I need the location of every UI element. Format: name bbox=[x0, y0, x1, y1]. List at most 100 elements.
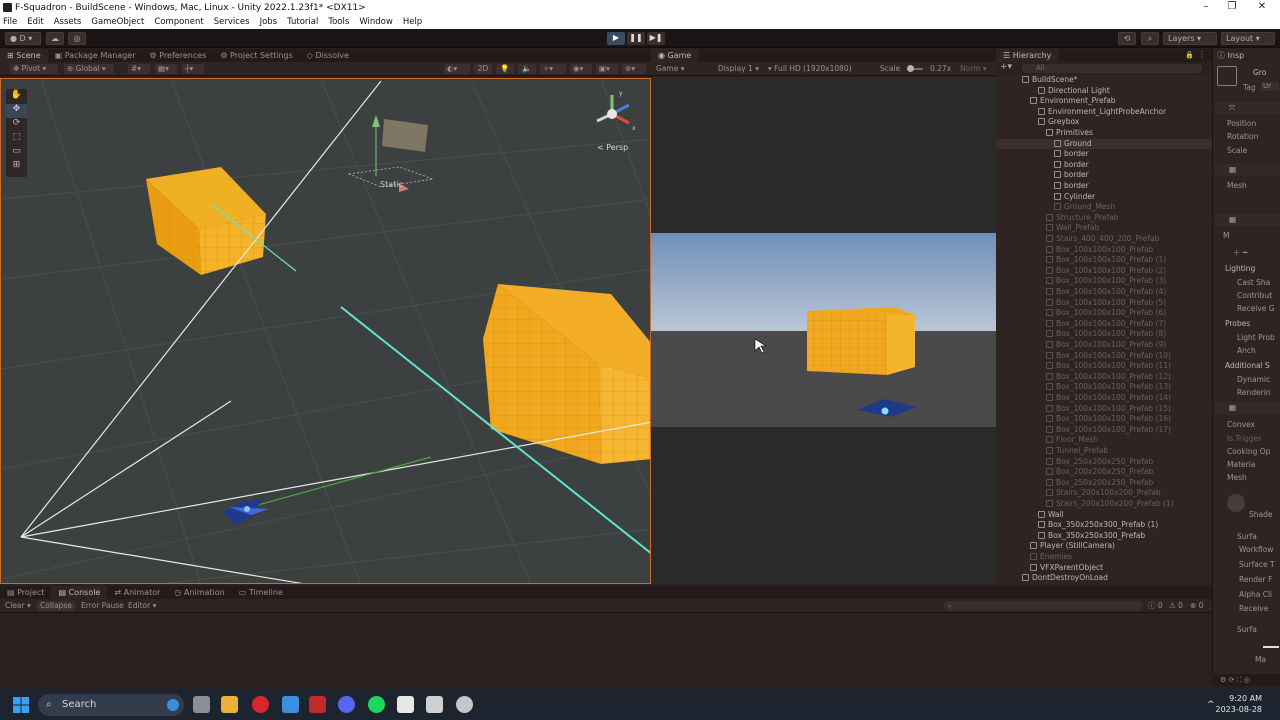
error-pause-toggle[interactable]: Error Pause bbox=[78, 601, 124, 611]
hand-tool-icon[interactable]: ✋ bbox=[6, 90, 27, 104]
taskbar-clock[interactable]: 9:20 AM 2023-08-28 bbox=[1216, 693, 1263, 715]
inspector-section-header[interactable]: Probes bbox=[1225, 319, 1250, 328]
increment-snap-icon[interactable]: ┼▾ bbox=[182, 64, 204, 74]
hierarchy-item[interactable]: Environment_Prefab bbox=[996, 96, 1212, 107]
menu-edit[interactable]: Edit bbox=[27, 17, 43, 27]
grid-snap-icon[interactable]: #▾ bbox=[128, 64, 150, 74]
game-view[interactable] bbox=[651, 77, 996, 584]
layers-dropdown[interactable]: Layers ▾ bbox=[1163, 32, 1217, 45]
menu-tools[interactable]: Tools bbox=[328, 17, 349, 27]
hierarchy-item[interactable]: border bbox=[996, 170, 1212, 181]
play-button[interactable]: ▶ bbox=[607, 32, 625, 45]
lock-icon[interactable]: 🔒 bbox=[1185, 51, 1194, 59]
hierarchy-item[interactable]: Box_100x100x100_Prefab (10) bbox=[996, 351, 1212, 362]
hierarchy-item[interactable]: Box_100x100x100_Prefab (12) bbox=[996, 372, 1212, 383]
collapse-toggle[interactable]: Collapse bbox=[37, 601, 75, 611]
game-view-dropdown[interactable]: Game ▾ bbox=[653, 64, 709, 74]
hierarchy-item[interactable]: Box_100x100x100_Prefab (14) bbox=[996, 393, 1212, 404]
hierarchy-item[interactable]: Box_250x200x250_Prefab bbox=[996, 478, 1212, 489]
menu-services[interactable]: Services bbox=[214, 17, 250, 27]
hierarchy-item[interactable]: Tunnel_Prefab bbox=[996, 446, 1212, 457]
inspector-section-header[interactable]: Additional S bbox=[1225, 361, 1270, 370]
hierarchy-item[interactable]: Wall bbox=[996, 510, 1212, 521]
tab-scene[interactable]: ⊞ Scene bbox=[0, 49, 48, 62]
hierarchy-item[interactable]: Box_100x100x100_Prefab (13) bbox=[996, 382, 1212, 393]
collab-icon[interactable]: ◎ bbox=[68, 32, 86, 45]
menu-jobs[interactable]: Jobs bbox=[260, 17, 278, 27]
scale-slider-thumb[interactable] bbox=[907, 65, 914, 72]
obs-icon[interactable] bbox=[456, 696, 473, 713]
mesh-collider-header[interactable]: ▦ bbox=[1215, 402, 1280, 414]
scale-tool-icon[interactable]: ⬚ bbox=[6, 132, 27, 146]
taskbar-search[interactable]: ⌕ Search bbox=[38, 694, 184, 716]
rotate-tool-icon[interactable]: ⟳ bbox=[6, 118, 27, 132]
file-explorer-icon[interactable] bbox=[221, 696, 238, 713]
hierarchy-item[interactable]: Box_100x100x100_Prefab (7) bbox=[996, 319, 1212, 330]
hierarchy-item[interactable]: Ground bbox=[996, 138, 1212, 150]
discord-icon[interactable] bbox=[338, 696, 355, 713]
minimize-icon[interactable]: – bbox=[1194, 0, 1218, 15]
opera-icon[interactable] bbox=[252, 696, 269, 713]
tab-package-manager[interactable]: ▣ Package Manager bbox=[48, 49, 143, 62]
close-icon[interactable]: ✕ bbox=[1250, 0, 1274, 15]
move-tool-icon[interactable]: ✥ bbox=[6, 104, 27, 118]
hierarchy-item[interactable]: Box_100x100x100_Prefab (15) bbox=[996, 404, 1212, 415]
tab-game[interactable]: ◉ Game bbox=[651, 49, 699, 62]
editor-dropdown[interactable]: Editor ▾ bbox=[125, 601, 161, 611]
shading-mode-icon[interactable]: ◐▾ bbox=[444, 64, 470, 74]
recorder-icon[interactable] bbox=[309, 696, 326, 713]
create-icon[interactable]: +▾ bbox=[1000, 62, 1012, 72]
transform-tool-icon[interactable]: ⊞ bbox=[6, 160, 27, 174]
menu-tutorial[interactable]: Tutorial bbox=[287, 17, 318, 27]
hierarchy-item[interactable]: Stairs_200x100x200_Prefab (1) bbox=[996, 499, 1212, 510]
camera-settings-icon[interactable]: ▣▾ bbox=[596, 64, 618, 74]
hierarchy-item[interactable]: Stairs_200x100x200_Prefab bbox=[996, 488, 1212, 499]
cloud-icon[interactable]: ☁ bbox=[46, 32, 64, 45]
hierarchy-item[interactable]: Floor_Mesh bbox=[996, 435, 1212, 446]
hierarchy-item[interactable]: Box_100x100x100_Prefab (1) bbox=[996, 255, 1212, 266]
hierarchy-item[interactable]: Primitives bbox=[996, 128, 1212, 139]
hierarchy-item[interactable]: BuildScene* bbox=[996, 75, 1212, 86]
hierarchy-item[interactable]: Cylinder bbox=[996, 192, 1212, 203]
hierarchy-item[interactable]: Box_100x100x100_Prefab (4) bbox=[996, 287, 1212, 298]
hierarchy-item[interactable]: DontDestroyOnLoad bbox=[996, 573, 1212, 584]
add-remove-material-icon[interactable]: ＋ ━ bbox=[1233, 247, 1247, 258]
hierarchy-item[interactable]: Greybox bbox=[996, 117, 1212, 128]
gameobject-name[interactable]: Gro bbox=[1253, 68, 1266, 77]
layout-dropdown[interactable]: Layout ▾ bbox=[1221, 32, 1275, 45]
unity-hub-icon[interactable] bbox=[397, 696, 414, 713]
display-dropdown[interactable]: Display 1 ▾ bbox=[715, 64, 763, 74]
menu-help[interactable]: Help bbox=[403, 17, 422, 27]
projection-label[interactable]: < Persp bbox=[597, 143, 628, 152]
surface-options-header[interactable]: Surfa bbox=[1237, 532, 1257, 541]
hierarchy-item[interactable]: Box_100x100x100_Prefab (3) bbox=[996, 276, 1212, 287]
hierarchy-item[interactable]: Box_100x100x100_Prefab (9) bbox=[996, 340, 1212, 351]
menu-gameobject[interactable]: GameObject bbox=[91, 17, 144, 27]
history-icon[interactable]: ⟲ bbox=[1118, 32, 1136, 45]
info-count[interactable]: ⓘ 0 bbox=[1145, 601, 1165, 611]
clear-button[interactable]: Clear ▾ bbox=[2, 601, 36, 611]
vscode-icon[interactable] bbox=[282, 696, 299, 713]
tab-preferences[interactable]: ⚙ Preferences bbox=[143, 49, 214, 62]
menu-window[interactable]: Window bbox=[359, 17, 393, 27]
spotify-icon[interactable] bbox=[368, 696, 385, 713]
grid-visibility-icon[interactable]: ▦▾ bbox=[155, 64, 177, 74]
menu-assets[interactable]: Assets bbox=[54, 17, 82, 27]
error-count[interactable]: ⊗ 0 bbox=[1187, 601, 1207, 611]
console-search-input[interactable]: ⌕ bbox=[944, 601, 1142, 611]
tab-project-settings[interactable]: ⚙ Project Settings bbox=[213, 49, 299, 62]
hierarchy-item[interactable]: Enemies bbox=[996, 552, 1212, 563]
inspector-section-header[interactable]: Lighting bbox=[1225, 264, 1255, 273]
global-toggle[interactable]: ⊕ Global ▾ bbox=[64, 64, 114, 74]
hierarchy-item[interactable]: Box_100x100x100_Prefab (2) bbox=[996, 266, 1212, 277]
hierarchy-item[interactable]: Box_100x100x100_Prefab (17) bbox=[996, 425, 1212, 436]
hierarchy-item[interactable]: Box_350x250x300_Prefab (1) bbox=[996, 520, 1212, 531]
account-button[interactable]: ● D ▾ bbox=[5, 32, 41, 45]
hidden-objects-icon[interactable]: ◉▾ bbox=[570, 64, 592, 74]
hierarchy-item[interactable]: Environment_LightProbeAnchor bbox=[996, 107, 1212, 118]
search-icon[interactable]: ⌕ bbox=[1141, 32, 1159, 45]
mesh-filter-header[interactable]: ▦ bbox=[1215, 164, 1280, 176]
hierarchy-item[interactable]: Ground_Mesh bbox=[996, 202, 1212, 213]
hierarchy-item[interactable]: Stairs_400_400_200_Prefab bbox=[996, 234, 1212, 245]
hierarchy-item[interactable]: Box_200x200x250_Prefab bbox=[996, 467, 1212, 478]
